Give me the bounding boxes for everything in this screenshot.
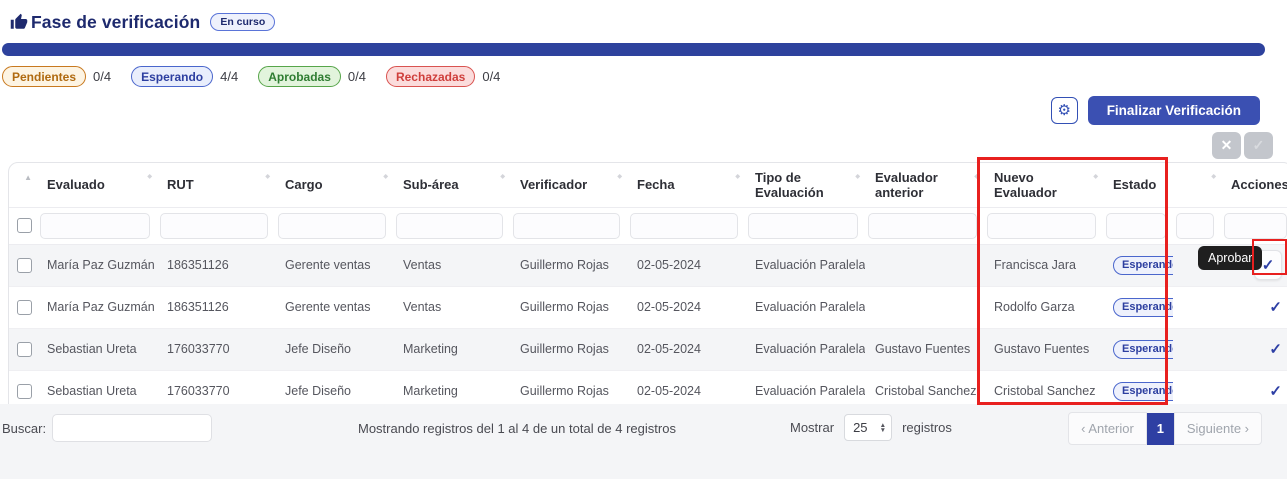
sort-icon: ◆ [500,173,505,180]
sort-icon: ◆ [1211,173,1216,180]
gear-icon: ⚙ [1057,99,1070,122]
pagination: ‹ Anterior 1 Siguiente › [1068,412,1262,445]
sort-asc-icon: ▲ [24,173,32,182]
approve-action-check[interactable]: ✓ [1269,383,1282,400]
counter-aprobadas-count: 0/4 [348,69,366,84]
header-verificador[interactable]: Verificador◆ [510,163,627,207]
filter-input-nuevo-evaluador[interactable] [987,213,1096,239]
header-tipo-evaluacion[interactable]: Tipo de Evaluación◆ [745,163,865,207]
filter-input-tipo-evaluacion[interactable] [748,213,858,239]
close-icon: ✕ [1221,137,1233,154]
header-nuevo-evaluador[interactable]: Nuevo Evaluador◆ [984,163,1103,207]
header-sub-area[interactable]: Sub-área◆ [393,163,510,207]
title-row: Fase de verificación En curso [0,10,1287,34]
counter-rechazadas-count: 0/4 [482,69,500,84]
filter-input-acciones[interactable] [1224,213,1287,239]
status-badge: En curso [210,13,275,31]
top-section: Fase de verificación En curso Pendientes… [0,0,1287,159]
header-acciones[interactable]: Acciones [1221,163,1287,207]
header-cargo[interactable]: Cargo◆ [275,163,393,207]
check-icon: ✓ [1262,256,1275,274]
page-title: Fase de verificación [31,12,200,33]
table-row: María Paz Guzmán 186351126 Gerente venta… [9,286,1287,328]
header-rut[interactable]: RUT◆ [157,163,275,207]
bulk-actions: ✕ ✓ [0,132,1273,159]
counter-aprobadas: Aprobadas [258,66,341,87]
sort-icon: ◆ [974,173,979,180]
sort-icon: ◆ [735,173,740,180]
table-header-row: ▲ Evaluado◆ RUT◆ Cargo◆ Sub-área◆ Verifi… [9,163,1287,207]
search-group: Buscar: [2,414,212,442]
approve-tooltip: Aprobar [1198,246,1262,270]
filter-input-estado[interactable] [1106,213,1166,239]
settings-button[interactable]: ⚙ [1051,97,1078,124]
approve-action-check[interactable]: ✓ [1269,299,1282,316]
sort-icon: ◆ [265,173,270,180]
finalize-verification-button[interactable]: Finalizar Verificación [1088,96,1260,125]
actions-row: ⚙ Finalizar Verificación [0,96,1260,125]
table-row: Sebastian Ureta 176033770 Jefe Diseño Ma… [9,328,1287,370]
counter-pendientes-count: 0/4 [93,69,111,84]
bulk-approve-button[interactable]: ✓ [1244,132,1273,159]
check-icon: ✓ [1253,137,1265,154]
records-label: registros [902,420,952,435]
filter-input-fecha[interactable] [630,213,738,239]
sort-icon: ◆ [1093,173,1098,180]
header-select[interactable]: ▲ [9,163,37,207]
sort-icon: ◆ [383,173,388,180]
counter-rechazadas: Rechazadas [386,66,475,87]
table-footer: Buscar: Mostrando registros del 1 al 4 d… [0,404,1287,479]
approve-action-check[interactable]: ✓ [1269,341,1282,358]
counter-esperando-count: 4/4 [220,69,238,84]
filter-row [9,207,1287,244]
current-page-button[interactable]: 1 [1147,413,1174,445]
counter-row: Pendientes 0/4 Esperando 4/4 Aprobadas 0… [2,66,1287,87]
header-evaluado[interactable]: Evaluado◆ [37,163,157,207]
table-row: María Paz Guzmán 186351126 Gerente venta… [9,244,1287,286]
estado-badge: Esperando [1113,340,1173,359]
thumbs-up-icon [10,13,28,31]
search-input[interactable] [52,414,212,442]
filter-input-cargo[interactable] [278,213,386,239]
filter-input-sub-area[interactable] [396,213,503,239]
estado-badge: Esperando [1113,256,1173,275]
filter-input-evaluador-anterior[interactable] [868,213,977,239]
row-checkbox[interactable] [17,258,32,273]
header-estado[interactable]: Estado [1103,163,1173,207]
filter-input-evaluado[interactable] [40,213,150,239]
filter-input-verificador[interactable] [513,213,620,239]
page-size-select[interactable]: 25 ▲ ▼ [844,414,892,441]
bulk-reject-button[interactable]: ✕ [1212,132,1241,159]
verification-table-card: ▲ Evaluado◆ RUT◆ Cargo◆ Sub-área◆ Verifi… [8,162,1287,414]
sort-icon: ◆ [147,173,152,180]
row-checkbox[interactable] [17,384,32,399]
page-size-value: 25 [853,420,867,435]
progress-track [2,43,1265,56]
row-checkbox[interactable] [17,300,32,315]
records-summary: Mostrando registros del 1 al 4 de un tot… [358,421,676,436]
estado-badge: Esperando [1113,382,1173,401]
counter-esperando: Esperando [131,66,213,87]
progress-bar [2,43,1265,56]
prev-page-button[interactable]: ‹ Anterior [1068,412,1147,445]
estado-badge: Esperando [1113,298,1173,317]
header-blank: ◆ [1173,163,1221,207]
header-evaluador-anterior[interactable]: Evaluador anterior◆ [865,163,984,207]
sort-icon: ◆ [617,173,622,180]
show-label: Mostrar [790,420,834,435]
search-label: Buscar: [2,421,46,436]
select-arrows-icon: ▲ ▼ [880,423,886,433]
select-all-checkbox[interactable] [17,218,32,233]
header-fecha[interactable]: Fecha◆ [627,163,745,207]
filter-input-rut[interactable] [160,213,268,239]
verification-table: ▲ Evaluado◆ RUT◆ Cargo◆ Sub-área◆ Verifi… [9,163,1287,413]
page-size-group: Mostrar 25 ▲ ▼ registros [790,414,952,441]
row-checkbox[interactable] [17,342,32,357]
sort-icon: ◆ [855,173,860,180]
filter-input-blank[interactable] [1176,213,1214,239]
counter-pendientes: Pendientes [2,66,86,87]
next-page-button[interactable]: Siguiente › [1174,412,1262,445]
